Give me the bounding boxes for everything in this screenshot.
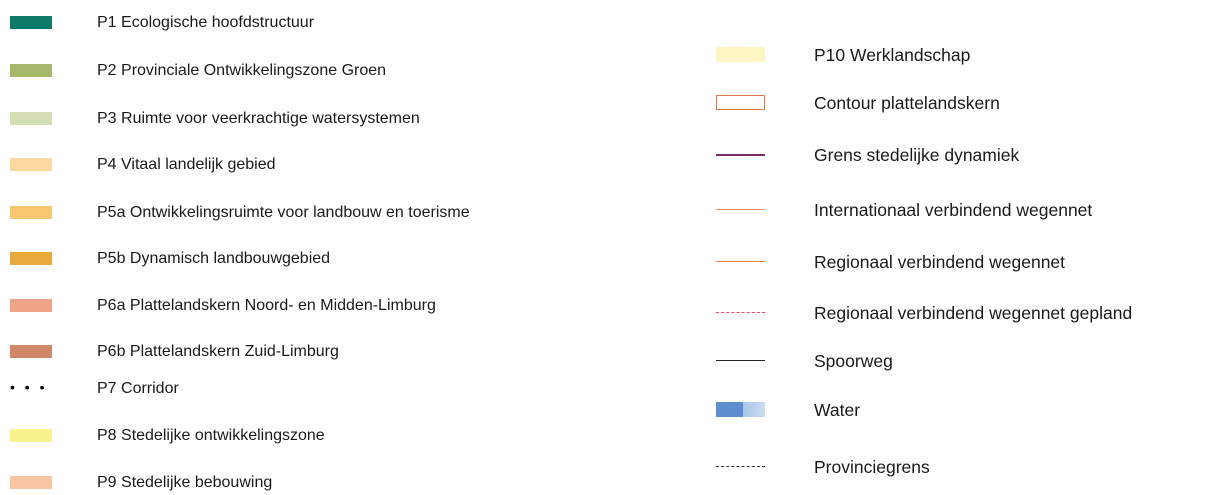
legend-item-regionaal-verbindend-wegennet-gepland: Regionaal verbindend wegennet gepland (716, 301, 1186, 325)
legend-item-p7-corridor: • • • P7 Corridor (10, 377, 570, 401)
legend-item-p8-stedelijke-ontwikkelingszone: P8 Stedelijke ontwikkelingszone (10, 424, 570, 448)
swatch-fill (10, 112, 52, 125)
legend-item-p1-ecologische-hoofdstructuur: P1 Ecologische hoofdstructuur (10, 11, 570, 35)
swatch-fill (10, 299, 52, 312)
legend-label: P5a Ontwikkelingsruimte voor landbouw en… (97, 204, 470, 221)
swatch-fill (10, 345, 52, 358)
legend-label: P8 Stedelijke ontwikkelingszone (97, 427, 325, 444)
legend-item-p6a-plattelandskern-noord-en-midden-limburg: P6a Plattelandskern Noord- en Midden-Lim… (10, 294, 570, 318)
swatch-fill (10, 64, 52, 77)
legend-item-water: Water (716, 398, 1186, 422)
legend-item-contour-plattelandskern: Contour plattelandskern (716, 91, 1186, 115)
line-symbol (716, 209, 765, 210)
legend-item-p4-vitaal-landelijk-gebied: P4 Vitaal landelijk gebied (10, 153, 570, 177)
legend-item-p2-provinciale-ontwikkelingszone-groen: P2 Provinciale Ontwikkelingszone Groen (10, 59, 570, 83)
legend-label: Spoorweg (814, 351, 893, 371)
legend-label: P5b Dynamisch landbouwgebied (97, 250, 331, 267)
legend-label: P10 Werklandschap (814, 45, 971, 65)
swatch-fill (10, 429, 52, 442)
legend-label: P1 Ecologische hoofdstructuur (97, 14, 315, 31)
legend-label: Regionaal verbindend wegennet (814, 252, 1066, 272)
legend-item-grens-stedelijke-dynamiek: Grens stedelijke dynamiek (716, 143, 1186, 167)
legend-label: Water (814, 400, 861, 420)
legend-label: P6a Plattelandskern Noord- en Midden-Lim… (97, 297, 436, 314)
swatch-fill (10, 206, 52, 219)
line-symbol (716, 466, 765, 467)
line-symbol (716, 360, 765, 361)
legend-item-p6b-plattelandskern-zuid-limburg: P6b Plattelandskern Zuid-Limburg (10, 340, 570, 364)
legend-item-spoorweg: Spoorweg (716, 349, 1186, 373)
swatch-fill (10, 158, 52, 171)
legend-item-p5b-dynamisch-landbouwgebied: P5b Dynamisch landbouwgebied (10, 247, 570, 271)
legend-label: Contour plattelandskern (814, 93, 1000, 113)
legend-item-regionaal-verbindend-wegennet: Regionaal verbindend wegennet (716, 250, 1186, 274)
swatch-fill (10, 16, 52, 29)
swatch-outline (716, 95, 765, 110)
legend-item-p10-werklandschap: P10 Werklandschap (716, 43, 1186, 67)
swatch-fill (10, 476, 52, 489)
legend-item-internationaal-verbindend-wegennet: Internationaal verbindend wegennet (716, 198, 1186, 222)
legend-item-p3-ruimte-voor-veerkrachtige-watersystemen: P3 Ruimte voor veerkrachtige watersystem… (10, 107, 570, 131)
line-symbol (716, 312, 765, 313)
legend-label: Internationaal verbindend wegennet (814, 200, 1093, 220)
swatch-fill (716, 47, 765, 62)
legend-label: P9 Stedelijke bebouwing (97, 474, 273, 491)
legend-label: P7 Corridor (97, 380, 179, 397)
legend-label: Regionaal verbindend wegennet gepland (814, 303, 1133, 323)
legend-label: P2 Provinciale Ontwikkelingszone Groen (97, 62, 387, 79)
legend-label: Grens stedelijke dynamiek (814, 145, 1020, 165)
line-symbol (716, 154, 765, 156)
legend-label: P3 Ruimte voor veerkrachtige watersystem… (97, 110, 420, 127)
legend-item-provinciegrens: Provinciegrens (716, 455, 1186, 479)
legend-label: P6b Plattelandskern Zuid-Limburg (97, 343, 339, 360)
swatch-water (716, 402, 765, 417)
legend-label: Provinciegrens (814, 457, 930, 477)
line-symbol (716, 261, 765, 262)
swatch-fill (10, 252, 52, 265)
legend-label: P4 Vitaal landelijk gebied (97, 156, 276, 173)
corridor-dots-symbol: • • • (10, 379, 48, 395)
legend-item-p5a-ontwikkelingsruimte-voor-landbouw-en-toerisme: P5a Ontwikkelingsruimte voor landbouw en… (10, 201, 570, 225)
legend-item-p9-stedelijke-bebouwing: P9 Stedelijke bebouwing (10, 471, 570, 495)
